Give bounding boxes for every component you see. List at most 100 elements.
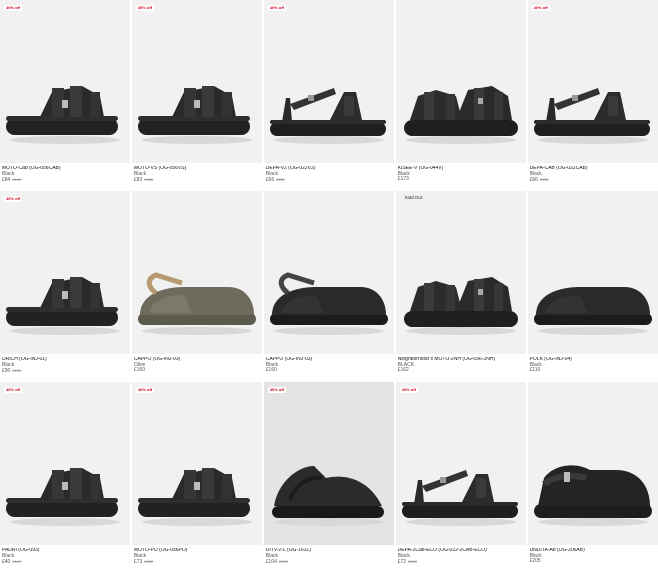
sandal-image-icon [6,86,120,144]
product-info: URICH (OG-INJ-01) Black £90 £150 [0,354,130,375]
sandal-image-icon [137,468,252,526]
price-row: £73 £122 [134,559,259,566]
product-card[interactable]: CAPPO (OG-INJ-03) Olive £160 [131,191,263,382]
product-info: Neighborhood x MOTO-2NH (OG-056-2NH) BLAC… [396,354,526,374]
discount-badge: 40% off [135,387,155,393]
product-image[interactable] [527,191,658,354]
sandal-image-icon [533,287,652,335]
discount-badge: 40% off [4,5,23,11]
discount-badge: 40% off [267,387,287,393]
product-card[interactable]: 40% off MOTO-VS (OG-056VS) Black £83 £138 [131,0,263,191]
product-card[interactable]: 40% off URICH (OG-INJ-01) Black £90 £150 [0,191,131,382]
product-card[interactable]: 40% off DEPA-CAB (OG-022CAB) Black £66 £110 [527,0,658,191]
product-card[interactable]: 40% off MOTO-Cab (OG-056CAB) Black £84 £140 [0,0,131,191]
product-image[interactable]: 40% off [0,0,131,163]
product-card[interactable]: 40% off DITV-2-L (OG-161L) Black £104 £173 [263,382,395,573]
product-price: £73 [133,559,143,566]
original-price: £173 [278,559,288,565]
product-price: £160 [133,367,146,374]
product-card[interactable]: 40% off PADRI (OG-093) Black £40 £100 [0,382,131,573]
product-image[interactable]: Sold Out [395,191,527,354]
price-row: £160 [265,367,391,374]
sandal-image-icon [269,272,388,335]
product-card[interactable]: Sold Out Neighborhood x MOTO-2NH (OG-056-… [395,191,527,382]
price-row: £40 £100 [2,559,127,566]
price-row: £84 £140 [2,177,127,184]
price-row: £173 [397,176,523,183]
product-image[interactable]: 40% off [131,0,263,163]
original-price: £140 [12,177,22,183]
product-card[interactable]: 40% off DEPA-2Cab-ECO (OG-022-2CAB-ECO) Bl… [395,382,527,573]
sandal-image-icon [6,277,120,335]
product-price: £173 [397,176,409,183]
product-card[interactable]: POLK (OG-INJ-04) Black £110 [527,191,658,382]
discount-badge: 40% off [4,196,23,202]
discount-badge: 40% off [399,387,418,393]
product-info: MOTO-VS (OG-056VS) Black £83 £138 [132,163,262,184]
price-row: £110 [529,367,655,374]
discount-badge: 40% off [531,5,550,11]
product-price: £90 [2,368,11,375]
original-price: £110 [539,177,549,183]
product-price: £162 [397,367,409,374]
original-price: £138 [144,177,154,183]
product-image[interactable] [395,0,527,163]
sandal-image-icon [137,86,252,144]
product-image[interactable]: 40% off [131,382,263,545]
product-image[interactable]: 40% off [263,382,395,545]
sandal-image-icon [271,466,384,526]
price-row: £205 [530,558,655,565]
discount-badge: 40% off [4,387,23,393]
product-price: £66 [529,177,538,184]
discount-badge: 40% off [267,5,287,11]
product-card[interactable]: UNDITA-Ab (OG-206AB) Black £205 [527,382,658,573]
product-price: £66 [265,177,275,184]
product-card[interactable]: KISEE-V (OG-044V) Black £173 [395,0,527,191]
product-price: £72 [397,559,407,566]
product-info: POLK (OG-INJ-04) Black £110 [528,354,658,374]
product-card[interactable]: CAPPO (OG-INJ-03) Black £160 [263,191,395,382]
product-price: £83 [133,177,143,184]
product-info: MOTO-PO (OG-056PO) Black £73 £122 [132,545,262,566]
product-price: £160 [265,367,277,374]
product-image[interactable]: 40% off [263,0,395,163]
sandal-image-icon [403,86,518,144]
product-price: £84 [2,177,11,184]
original-price: £122 [144,559,154,565]
sandal-image-icon [137,272,256,335]
original-price: £120 [408,559,417,565]
price-row: £160 [133,367,259,374]
product-info: PADRI (OG-093) Black £40 £100 [0,545,130,566]
product-info: CAPPO (OG-INJ-03) Black £160 [264,354,394,374]
product-image[interactable] [527,382,658,545]
original-price: £150 [12,368,22,374]
product-info: MOTO-Cab (OG-056CAB) Black £84 £140 [0,163,130,184]
price-row: £66 £110 [266,177,391,184]
product-card[interactable]: 40% off MOTO-PO (OG-056PO) Black £73 £122 [131,382,263,573]
product-info: DEPA-CAB (OG-022CAB) Black £66 £110 [528,163,658,184]
discount-badge: 40% off [135,5,155,11]
product-info: DEPA-2Cab-ECO (OG-022-2CAB-ECO) Black £72 £… [396,545,526,566]
sandal-image-icon [533,88,650,144]
product-info: DEPA-V2 (OG-022V2) Black £66 £110 [264,163,394,184]
product-info: DITV-2-L (OG-161L) Black £104 £173 [264,545,394,566]
price-row: £72 £120 [398,559,523,566]
product-image[interactable]: 40% off [395,382,527,545]
sandal-image-icon [269,88,386,144]
sandal-image-icon [401,470,518,526]
price-row: £90 £150 [2,368,127,375]
price-row: £66 £110 [530,177,655,184]
product-image[interactable]: 40% off [0,382,131,545]
product-price: £104 [265,559,277,566]
original-price: £110 [276,177,285,183]
product-info: UNDITA-Ab (OG-206AB) Black £205 [528,545,658,565]
product-info: CAPPO (OG-INJ-03) Olive £160 [132,354,262,374]
product-price: £110 [529,367,541,374]
product-image[interactable]: 40% off [527,0,658,163]
product-image[interactable] [263,191,395,354]
product-grid: 40% off MOTO-Cab (OG-056CAB) Black £84 £140 4… [0,0,658,573]
product-image[interactable]: 40% off [0,191,131,354]
product-card[interactable]: 40% off DEPA-V2 (OG-022V2) Black £66 £110 [263,0,395,191]
product-image[interactable] [131,191,263,354]
price-row: £104 £173 [266,559,391,566]
